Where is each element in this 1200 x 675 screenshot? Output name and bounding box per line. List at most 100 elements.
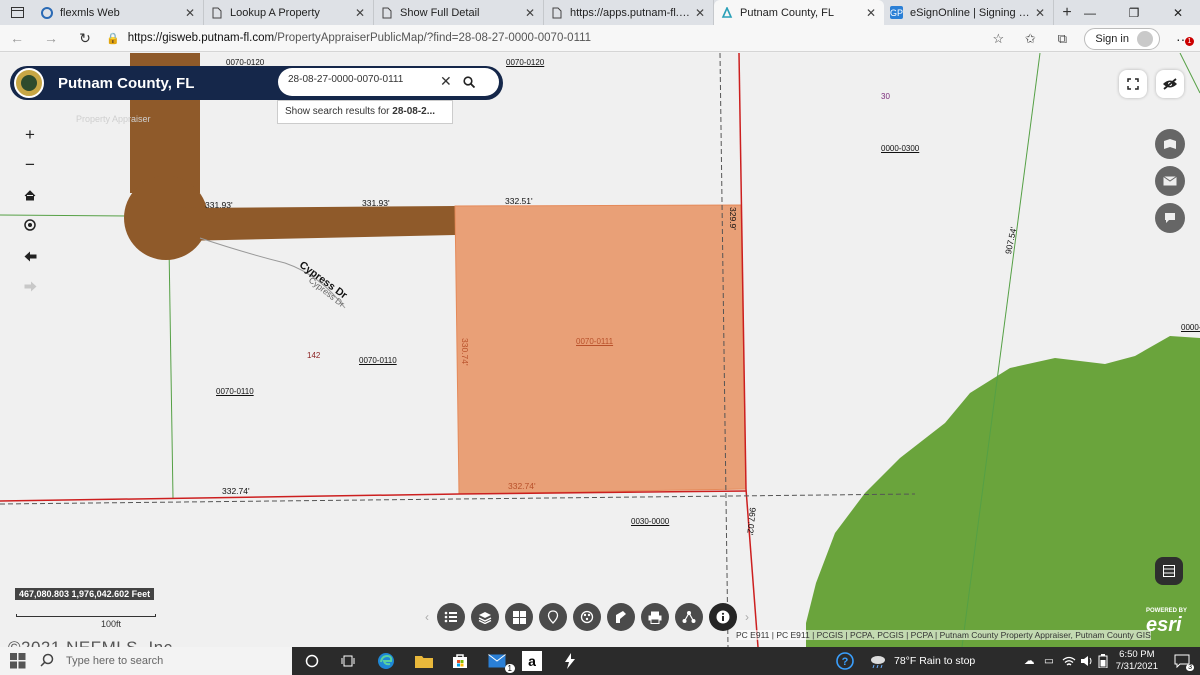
toolbar-right-arrow-icon[interactable]: › [740, 610, 754, 624]
parcel-search-input[interactable] [288, 74, 438, 85]
favorite-star-icon[interactable]: ☆ [982, 31, 1014, 47]
locate-icon[interactable] [19, 214, 41, 236]
parcel-select-icon[interactable] [539, 603, 567, 631]
basemap-grid-icon[interactable] [505, 603, 533, 631]
tab-title: Show Full Detail [400, 6, 480, 19]
url-domain: https://gisweb.putnam-fl.com [127, 32, 275, 44]
zoom-out-icon[interactable]: − [19, 154, 41, 176]
help-tray-icon[interactable]: ? [836, 647, 854, 675]
close-icon[interactable]: ✕ [693, 6, 707, 20]
tab-title: flexmls Web [60, 6, 120, 19]
app-header: Putnam County, FL ✕ [10, 66, 503, 100]
measure-icon[interactable] [607, 603, 635, 631]
dimension-label: 329.9' [728, 207, 738, 230]
layers-icon[interactable] [471, 603, 499, 631]
next-extent-icon[interactable] [19, 275, 41, 297]
parcel-label: 0070-0110 [359, 356, 397, 365]
clear-search-icon[interactable]: ✕ [440, 73, 452, 90]
lock-icon[interactable]: 🔒 [106, 32, 120, 45]
minimize-icon[interactable]: — [1068, 0, 1112, 25]
network-icon[interactable]: ▭ [1044, 647, 1054, 675]
tab-putnam-county[interactable]: Putnam County, FL ✕ [714, 0, 884, 25]
restore-icon[interactable]: ❐ [1112, 0, 1156, 25]
onedrive-icon[interactable]: ☁ [1024, 647, 1035, 675]
close-window-icon[interactable]: ✕ [1156, 0, 1200, 25]
scale-label: 100ft [101, 619, 122, 629]
windows-start-icon[interactable] [10, 653, 26, 672]
refresh-icon[interactable]: ↻ [68, 30, 102, 47]
previous-extent-icon[interactable] [19, 245, 41, 267]
legend-icon[interactable] [437, 603, 465, 631]
print-icon[interactable] [641, 603, 669, 631]
cortana-icon[interactable] [302, 651, 322, 671]
green-area [806, 336, 1200, 647]
putnam-icon [720, 6, 733, 19]
dimension-label: 331.93' [362, 198, 390, 208]
toolbar-left-arrow-icon[interactable]: ‹ [420, 610, 434, 624]
tab-esign[interactable]: GP eSignOnline | Signing Session ✕ [884, 0, 1054, 25]
notification-center-icon[interactable]: 3 [1172, 651, 1194, 671]
close-icon[interactable]: ✕ [183, 6, 197, 20]
hide-panel-icon[interactable] [1156, 70, 1184, 98]
file-explorer-icon[interactable] [414, 651, 434, 671]
basemap-gallery-icon[interactable] [1155, 129, 1185, 159]
tab-lookup-property[interactable]: Lookup A Property ✕ [204, 0, 374, 25]
attribute-table-icon[interactable] [1155, 557, 1183, 585]
tab-apps-putnam[interactable]: https://apps.putnam-fl.com/p ✕ [544, 0, 714, 25]
url-field[interactable]: https://gisweb.putnam-fl.com/PropertyApp… [128, 32, 591, 44]
dimension-label: 332.74' [222, 486, 250, 496]
fullscreen-icon[interactable] [1119, 70, 1147, 98]
wifi-icon[interactable] [1062, 647, 1076, 675]
browser-tab-strip: flexmls Web ✕ Lookup A Property ✕ Show F… [0, 0, 1200, 25]
suggestion-query: 28-08-2... [392, 106, 436, 117]
sign-in-label: Sign in [1095, 32, 1129, 45]
close-icon[interactable]: ✕ [864, 6, 878, 20]
volume-icon[interactable] [1080, 647, 1094, 675]
sign-in-button[interactable]: Sign in [1084, 27, 1160, 50]
task-view-icon[interactable] [338, 651, 358, 671]
forward-icon[interactable]: → [34, 30, 68, 46]
esri-logo: POWERED BY esri [1146, 608, 1187, 637]
scale-bar [16, 614, 156, 617]
page-icon [210, 6, 223, 19]
store-icon[interactable] [450, 651, 470, 671]
close-icon[interactable]: ✕ [353, 6, 367, 20]
taskbar-search-placeholder: Type here to search [66, 655, 164, 667]
battery-icon[interactable] [1098, 647, 1108, 675]
close-icon[interactable]: ✕ [1033, 6, 1047, 20]
weather-widget[interactable]: 78°F Rain to stop [870, 647, 975, 675]
parcel-label: 0000-0300 [881, 144, 920, 153]
zoom-in-icon[interactable]: + [19, 124, 41, 146]
map-view[interactable]: 0070-0120 0070-0120 30 0000-0300 0070-01… [0, 53, 1200, 647]
help-icon[interactable] [1155, 203, 1185, 233]
back-icon[interactable]: ← [0, 30, 34, 46]
taskbar-search[interactable]: Type here to search [0, 647, 292, 675]
parcel-label: 0000-0 [1181, 323, 1200, 332]
share-icon[interactable] [675, 603, 703, 631]
email-icon[interactable] [1155, 166, 1185, 196]
draw-tools-icon[interactable] [573, 603, 601, 631]
edge-browser-icon[interactable] [376, 651, 396, 671]
tab-flexmls[interactable]: flexmls Web ✕ [34, 0, 204, 25]
amazon-icon[interactable]: a [522, 651, 542, 671]
app-title: Putnam County, FL [58, 75, 195, 92]
about-info-icon[interactable] [709, 603, 737, 631]
tab-show-full-detail[interactable]: Show Full Detail ✕ [374, 0, 544, 25]
menu-icon[interactable]: ··· 1 [1166, 31, 1200, 47]
tab-actions-icon[interactable] [0, 0, 34, 25]
window-controls: — ❐ ✕ [1068, 0, 1200, 25]
search-icon[interactable] [459, 72, 479, 92]
tab-title: eSignOnline | Signing Session [910, 6, 1033, 19]
favorites-icon[interactable]: ✩ [1014, 31, 1046, 47]
notification-count: 3 [1186, 664, 1194, 671]
mail-icon[interactable]: 1 [487, 651, 515, 673]
parcel-label: 0030-0000 [631, 517, 670, 526]
mls-watermark: ©2021 NEFMLS, Inc. [8, 638, 178, 647]
close-icon[interactable]: ✕ [523, 6, 537, 20]
flexmls-icon [40, 6, 53, 19]
search-suggestion[interactable]: Show search results for 28-08-2... [277, 100, 453, 124]
system-clock[interactable]: 6:50 PM 7/31/2021 [1116, 649, 1158, 673]
app-bolt-icon[interactable] [560, 651, 580, 671]
home-icon[interactable] [19, 184, 41, 206]
collections-icon[interactable]: ⧉ [1046, 31, 1078, 47]
